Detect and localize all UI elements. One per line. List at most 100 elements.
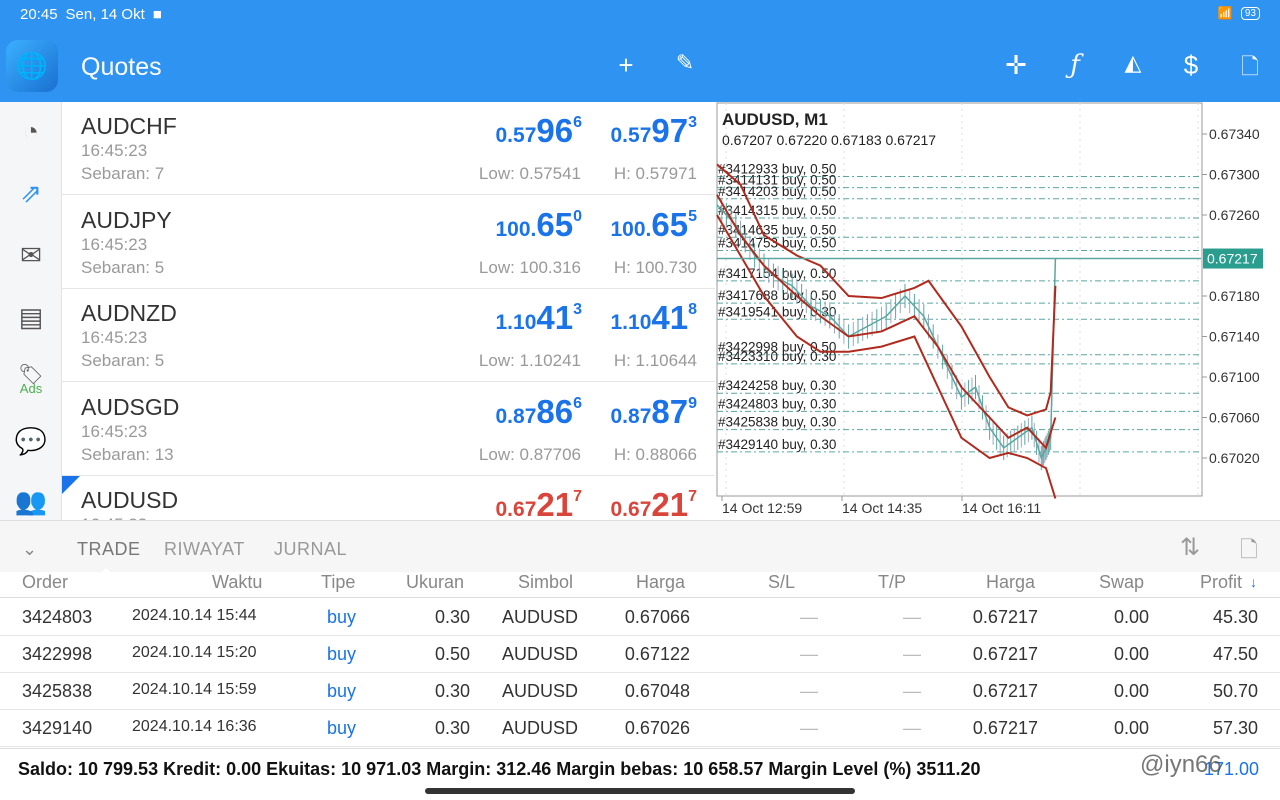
table-row[interactable]: 3422998 2024.10.14 15:20 buy 0.50 AUDUSD 0.67… — [0, 636, 1280, 673]
cell-ukuran: 0.30 — [434, 681, 470, 701]
page-title: Quotes — [81, 53, 162, 81]
x-tick-label: 14 Oct 16:11 — [962, 500, 1041, 516]
column-header[interactable]: S/L — [768, 572, 795, 593]
bid-fraction: 6 — [573, 394, 582, 412]
home-indicator[interactable] — [425, 788, 855, 794]
bid-prefix: 1.10 — [495, 311, 537, 334]
ads-icon[interactable]: 🏷 Ads — [0, 362, 62, 396]
table-row[interactable]: 3424803 2024.10.14 15:44 buy 0.30 AUDUSD 0.67… — [0, 599, 1280, 636]
cell-tp: — — [903, 718, 921, 738]
ask-price[interactable]: 1.10418 — [611, 299, 698, 337]
quote-row[interactable]: AUDJPY 16:45:23 Sebaran: 5 100.650 100.6… — [62, 196, 715, 289]
objects-shapes-icon[interactable]: ◭ — [1116, 50, 1150, 76]
account-icon[interactable]: ◔ — [0, 116, 62, 147]
table-row[interactable]: 3425838 2024.10.14 15:59 buy 0.30 AUDUSD 0.67… — [0, 673, 1280, 710]
ask-price[interactable]: 0.87879 — [611, 393, 698, 431]
cell-tipe: buy — [327, 718, 357, 738]
collapse-chevron-icon[interactable]: ⌄ — [22, 539, 38, 560]
ask-pips: 41 — [651, 299, 689, 336]
watermark: @iyn66 — [1140, 751, 1222, 778]
column-header[interactable]: Swap — [1099, 572, 1144, 593]
ask-fraction: 3 — [688, 114, 697, 131]
cell-sl: — — [800, 681, 818, 701]
y-tick-label: 0.67140 — [1209, 329, 1260, 345]
cell-simbol: AUDUSD — [502, 681, 579, 701]
cell-sl: — — [800, 644, 818, 664]
column-header[interactable]: Simbol — [518, 572, 573, 593]
y-tick-label: 0.67180 — [1209, 288, 1260, 304]
ask-fraction: 7 — [688, 488, 697, 505]
chart-canvas[interactable]: 0.67340 0.67300 0.67260 0.67180 0.67140 0.671… — [716, 102, 1280, 520]
new-order-dollar-icon[interactable]: $ — [1174, 50, 1208, 81]
bid-price[interactable]: 100.650 — [496, 206, 583, 244]
column-header[interactable]: Order — [22, 572, 68, 593]
order-label: #3429140 buy, 0.30 — [718, 437, 836, 452]
tab-trade[interactable]: TRADE — [77, 539, 141, 560]
bid-price[interactable]: 0.57966 — [496, 112, 583, 150]
ask-price[interactable]: 0.67217 — [611, 486, 698, 520]
quote-symbol: AUDSGD — [81, 393, 180, 420]
quote-row[interactable]: AUDSGD 16:45:23 Sebaran: 13 0.87866 0.87… — [62, 383, 715, 476]
bid-price[interactable]: 0.67217 — [496, 486, 583, 520]
x-tick-label: 14 Oct 12:59 — [722, 500, 802, 516]
chart-title: AUDUSD, M1 — [722, 110, 828, 129]
edit-pencil-icon[interactable]: ✎ — [668, 50, 702, 76]
quote-spread: Sebaran: 13 — [81, 444, 174, 464]
order-label: #3424803 buy, 0.30 — [718, 396, 836, 411]
cell-swap: 0.00 — [1113, 681, 1149, 701]
community-icon[interactable]: 👥 — [0, 486, 62, 517]
app-logo[interactable]: 🌐 — [6, 40, 58, 92]
column-header[interactable]: Profit — [1200, 572, 1242, 593]
bid-prefix: 0.87 — [495, 404, 537, 428]
column-header[interactable]: Harga — [636, 572, 685, 593]
price-chart[interactable]: 0.67340 0.67300 0.67260 0.67180 0.67140 0.671… — [716, 102, 1280, 520]
ask-prefix: 0.87 — [610, 404, 652, 428]
news-icon[interactable]: ▤ — [0, 302, 62, 333]
quotes-list: AUDCHF 16:45:23 Sebaran: 7 0.57966 0.579… — [62, 102, 715, 520]
indicators-function-icon[interactable]: ƒ — [1058, 50, 1092, 80]
cell-waktu: 2024.10.14 16:36 — [132, 718, 257, 735]
column-header[interactable]: Harga — [986, 572, 1035, 593]
cell-profit: 57.30 — [1212, 718, 1258, 738]
new-document-icon[interactable]: 🗋 — [1233, 50, 1267, 88]
ask-price[interactable]: 100.655 — [611, 206, 698, 244]
quote-time: 16:45:23 — [81, 328, 148, 347]
quote-row[interactable]: AUDUSD 16:45:23 0.67217 0.67217 — [62, 476, 715, 520]
bid-price[interactable]: 1.10413 — [496, 299, 583, 337]
cell-simbol: AUDUSD — [502, 607, 579, 627]
add-symbol-icon[interactable]: + — [609, 50, 643, 81]
status-date: Sen, 14 Okt — [65, 6, 145, 23]
terminal-tabs: ⌄ TRADE RIWAYAT JURNAL ⇅ 🗋 — [0, 520, 1280, 574]
column-header[interactable]: Waktu — [212, 572, 262, 593]
quote-symbol: AUDCHF — [81, 113, 177, 139]
cell-profit: 47.50 — [1212, 644, 1258, 664]
table-row[interactable]: 3429140 2024.10.14 16:36 buy 0.30 AUDUSD 0.67… — [0, 710, 1280, 747]
order-label: #3414203 buy, 0.50 — [718, 184, 836, 199]
mail-icon[interactable]: ✉ — [0, 240, 62, 271]
column-header[interactable]: Tipe — [321, 572, 355, 593]
new-order-icon[interactable]: 🗋 — [1240, 533, 1258, 571]
sort-icon[interactable]: ⇅ — [1180, 533, 1201, 562]
cell-harga: 0.67066 — [624, 607, 690, 627]
cell-waktu: 2024.10.14 15:20 — [132, 644, 257, 661]
ask-fraction: 9 — [688, 394, 697, 412]
quote-row[interactable]: AUDNZD 16:45:23 Sebaran: 5 1.10413 1.104… — [62, 289, 715, 382]
chat-icon[interactable]: 💬 — [0, 426, 62, 457]
bid-pips: 21 — [536, 486, 574, 520]
crosshair-icon[interactable]: ✛ — [999, 50, 1033, 81]
column-header[interactable]: Ukuran — [406, 572, 464, 593]
trade-arrows-icon[interactable]: ⇗ — [0, 178, 62, 209]
ask-fraction: 8 — [688, 301, 697, 318]
status-bar: 20:45 Sen, 14 Okt ■ — [20, 6, 162, 23]
tab-riwayat[interactable]: RIWAYAT — [164, 539, 245, 560]
table-header: Order Waktu Tipe Ukuran Simbol Harga S/L T/P Har… — [0, 572, 1280, 598]
tab-jurnal[interactable]: JURNAL — [274, 539, 347, 560]
cell-profit: 50.70 — [1212, 681, 1258, 701]
cell-profit: 45.30 — [1212, 607, 1258, 627]
quote-row[interactable]: AUDCHF 16:45:23 Sebaran: 7 0.57966 0.579… — [62, 102, 715, 195]
bid-price[interactable]: 0.87866 — [496, 393, 583, 431]
column-header[interactable]: T/P — [878, 572, 906, 593]
cell-waktu: 2024.10.14 15:44 — [132, 607, 257, 624]
ask-price[interactable]: 0.57973 — [611, 112, 698, 150]
order-label: #3424258 buy, 0.30 — [718, 378, 836, 393]
